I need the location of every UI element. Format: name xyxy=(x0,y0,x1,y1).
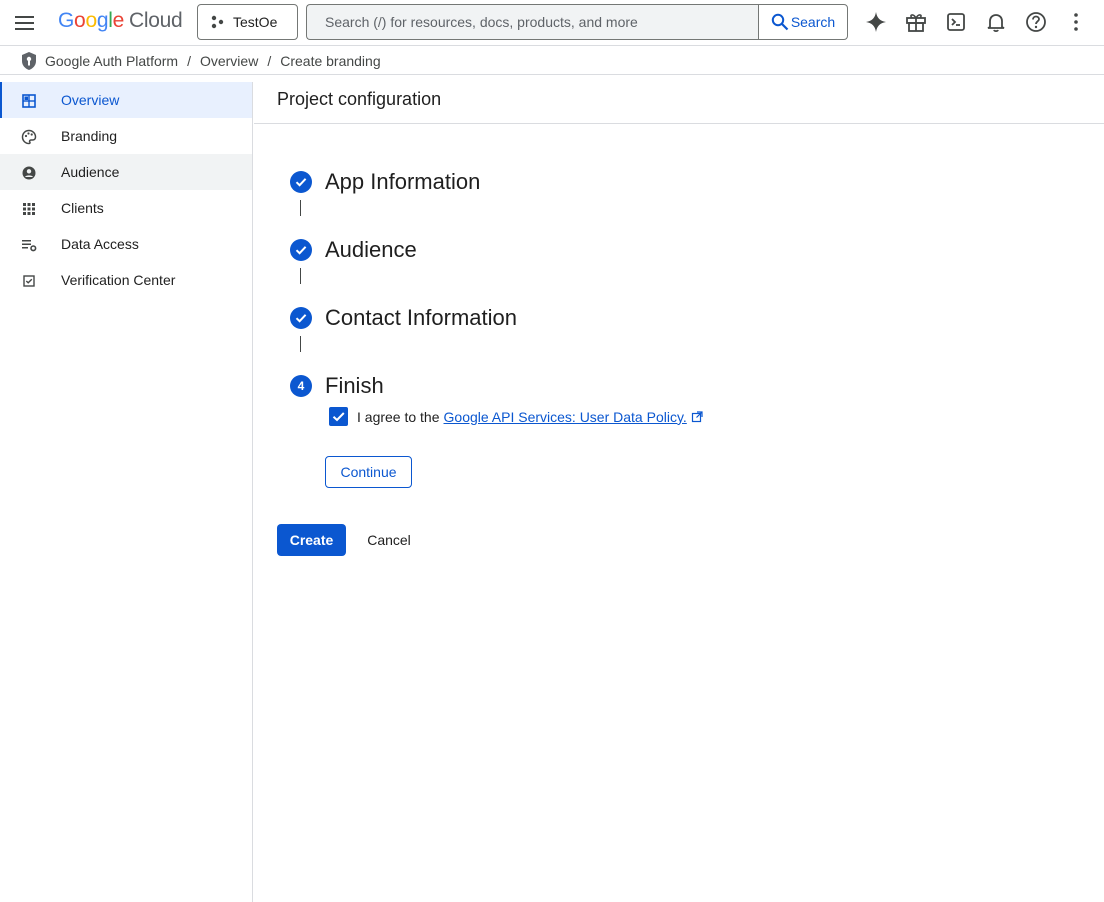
search-icon xyxy=(771,13,789,31)
sidebar-item-label: Clients xyxy=(61,200,104,216)
sidebar-item-label: Audience xyxy=(61,164,120,180)
create-button[interactable]: Create xyxy=(277,524,346,556)
sidebar-item-verification-center[interactable]: Verification Center xyxy=(0,262,252,298)
project-name: TestOe xyxy=(233,14,278,30)
step-title: Audience xyxy=(325,237,417,262)
breadcrumb-item-create-branding: Create branding xyxy=(280,52,381,69)
help-icon[interactable] xyxy=(1025,11,1047,33)
step-contact-information[interactable]: Contact Information xyxy=(290,305,517,331)
sidebar-nav: Overview Branding Audience Clients Data … xyxy=(0,82,253,902)
account-circle-icon xyxy=(22,166,36,180)
notifications-icon[interactable] xyxy=(985,11,1007,33)
logo-cloud-text: Cloud xyxy=(128,9,183,32)
dashboard-icon xyxy=(22,94,36,108)
sidebar-item-branding[interactable]: Branding xyxy=(0,118,252,154)
search-bar[interactable] xyxy=(306,4,759,40)
sidebar-item-label: Branding xyxy=(61,128,118,144)
google-cloud-logo[interactable]: Google Cloud xyxy=(58,9,183,33)
sidebar-item-label: Verification Center xyxy=(61,272,176,288)
step-number-badge: 4 xyxy=(290,375,312,397)
page-title: Project configuration xyxy=(254,75,1104,124)
search-button-label: Search xyxy=(790,14,836,30)
breadcrumb-item-auth-platform[interactable]: Google Auth Platform xyxy=(45,53,178,69)
search-button[interactable]: Search xyxy=(758,4,848,40)
agree-checkbox[interactable] xyxy=(329,407,348,426)
project-picker-button[interactable]: TestOe xyxy=(197,4,298,40)
sidebar-item-clients[interactable]: Clients xyxy=(0,190,252,226)
check-icon xyxy=(290,171,312,193)
step-title: Finish xyxy=(325,373,384,398)
gift-icon[interactable] xyxy=(905,11,927,33)
step-app-information[interactable]: App Information xyxy=(290,169,480,195)
check-icon xyxy=(290,239,312,261)
checkmark-icon xyxy=(332,412,345,422)
apps-grid-icon xyxy=(23,203,35,215)
step-connector xyxy=(300,200,301,216)
logo-google-text: Google xyxy=(58,9,124,32)
breadcrumb-separator: / xyxy=(267,52,272,69)
project-icon xyxy=(211,15,224,29)
open-in-new-icon xyxy=(691,410,703,422)
sidebar-item-label: Data Access xyxy=(61,236,139,252)
check-box-icon xyxy=(23,275,35,287)
check-icon xyxy=(290,307,312,329)
step-audience[interactable]: Audience xyxy=(290,237,417,263)
cloud-shell-icon[interactable] xyxy=(945,11,967,33)
user-data-policy-link[interactable]: Google API Services: User Data Policy. xyxy=(444,409,687,425)
step-finish[interactable]: 4 Finish xyxy=(290,373,384,399)
sidebar-item-audience[interactable]: Audience xyxy=(0,154,252,190)
step-title: Contact Information xyxy=(325,305,517,330)
agree-text: I agree to the xyxy=(357,408,440,425)
agree-policy-row: I agree to the Google API Services: User… xyxy=(329,407,703,426)
list-settings-icon xyxy=(22,240,37,252)
top-app-bar: Google Cloud TestOe Search xyxy=(0,0,1104,46)
breadcrumb-separator: / xyxy=(187,52,191,69)
search-input[interactable] xyxy=(325,14,759,30)
breadcrumb-item-overview[interactable]: Overview xyxy=(200,53,258,69)
sidebar-item-label: Overview xyxy=(61,92,120,108)
shield-icon xyxy=(22,51,36,70)
cancel-button[interactable]: Cancel xyxy=(356,524,422,556)
step-connector xyxy=(300,336,301,352)
more-vert-icon[interactable] xyxy=(1065,11,1087,33)
breadcrumb: Google Auth Platform / Overview / Create… xyxy=(0,47,1104,75)
step-title: App Information xyxy=(325,169,481,194)
sidebar-item-data-access[interactable]: Data Access xyxy=(0,226,252,262)
sidebar-item-overview[interactable]: Overview xyxy=(0,82,252,118)
continue-button[interactable]: Continue xyxy=(325,456,412,488)
menu-icon[interactable] xyxy=(14,12,36,34)
palette-icon xyxy=(21,129,37,145)
gemini-sparkle-icon[interactable] xyxy=(865,11,887,33)
step-connector xyxy=(300,268,301,284)
